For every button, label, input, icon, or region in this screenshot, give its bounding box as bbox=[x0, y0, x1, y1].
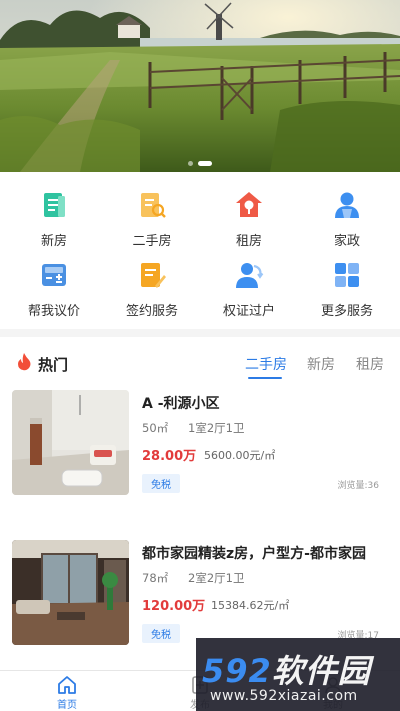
nav-home[interactable]: 首页 bbox=[37, 675, 97, 711]
banner-indicator bbox=[0, 161, 400, 166]
second-hand-house-icon bbox=[141, 193, 166, 218]
listing-layout: 1室2厅1卫 bbox=[188, 421, 245, 435]
listing-unit-price: 15384.62元/㎡ bbox=[211, 599, 290, 612]
listing-title: A -利源小区 bbox=[142, 396, 220, 412]
listing-price: 120.00万 bbox=[142, 599, 206, 614]
service-label: 二手房 bbox=[132, 234, 172, 249]
calculator-icon bbox=[42, 264, 66, 286]
tab-rent[interactable]: 租房 bbox=[356, 354, 384, 374]
banner-dot[interactable] bbox=[188, 161, 193, 166]
contract-icon bbox=[141, 263, 166, 288]
tax-free-badge: 免税 bbox=[142, 474, 180, 493]
hot-header: 热门 二手房 新房 租房 bbox=[0, 337, 400, 387]
watermark-logo: 592软件园 bbox=[202, 646, 371, 692]
service-housekeeping[interactable]: 家政 bbox=[297, 190, 397, 249]
grid-icon bbox=[335, 263, 359, 287]
service-contract[interactable]: 签约服务 bbox=[102, 260, 202, 319]
housekeeping-icon bbox=[335, 192, 359, 218]
service-label: 权证过户 bbox=[222, 304, 275, 319]
watermark-url: www.592xiazai.com bbox=[210, 688, 358, 704]
service-label: 签约服务 bbox=[125, 304, 178, 319]
service-label: 家政 bbox=[333, 234, 360, 249]
listing-card[interactable]: A -利源小区 50㎡ 1室2厅1卫 28.00万 5600.00元/㎡ 免税 … bbox=[0, 390, 400, 520]
listing-unit-price: 5600.00元/㎡ bbox=[204, 449, 276, 462]
service-negotiate[interactable]: 帮我议价 bbox=[4, 260, 104, 319]
listing-area: 78㎡ bbox=[142, 571, 169, 585]
listing-title: 都市家园精装z房，户型方-都市家园 bbox=[142, 546, 366, 562]
service-new-house[interactable]: 新房 bbox=[4, 190, 104, 249]
nav-label: 首页 bbox=[57, 700, 77, 711]
fire-icon bbox=[18, 353, 31, 371]
service-more[interactable]: 更多服务 bbox=[297, 260, 397, 319]
service-label: 帮我议价 bbox=[27, 304, 80, 319]
tax-free-badge: 免税 bbox=[142, 624, 180, 643]
listing-thumbnail bbox=[12, 540, 129, 645]
hot-section: 热门 二手房 新房 租房 A -利源小区 50㎡ 1室2厅1卫 28.00万 5… bbox=[0, 337, 400, 670]
service-label: 新房 bbox=[40, 234, 67, 249]
new-house-icon bbox=[44, 193, 65, 217]
tab-indicator bbox=[248, 377, 282, 379]
listing-price: 28.00万 bbox=[142, 449, 197, 464]
listing-thumbnail bbox=[12, 390, 129, 495]
banner-image bbox=[0, 0, 400, 172]
service-label: 租房 bbox=[235, 234, 262, 249]
service-rent[interactable]: 租房 bbox=[199, 190, 299, 249]
tab-new-house[interactable]: 新房 bbox=[307, 354, 335, 374]
rent-house-icon bbox=[236, 192, 262, 217]
tab-second-hand[interactable]: 二手房 bbox=[245, 354, 287, 374]
listing-area: 50㎡ bbox=[142, 421, 169, 435]
service-transfer[interactable]: 权证过户 bbox=[199, 260, 299, 319]
service-grid: 新房 二手房 租房 家政 帮我议价 签约服务 权证过户 更多服务 bbox=[0, 172, 400, 329]
hot-title: 热门 bbox=[38, 356, 69, 374]
transfer-icon bbox=[236, 263, 264, 288]
home-icon bbox=[58, 676, 76, 694]
service-second-hand[interactable]: 二手房 bbox=[102, 190, 202, 249]
watermark-text: 软件园 bbox=[271, 652, 371, 690]
site-watermark: 592软件园 www.592xiazai.com bbox=[196, 638, 400, 711]
banner-dot[interactable] bbox=[198, 161, 212, 166]
watermark-number: 592 bbox=[202, 652, 272, 690]
listing-layout: 2室2厅1卫 bbox=[188, 571, 245, 585]
service-label: 更多服务 bbox=[320, 304, 373, 319]
listing-views: 浏览量:36 bbox=[337, 481, 380, 491]
banner-carousel[interactable] bbox=[0, 0, 400, 172]
